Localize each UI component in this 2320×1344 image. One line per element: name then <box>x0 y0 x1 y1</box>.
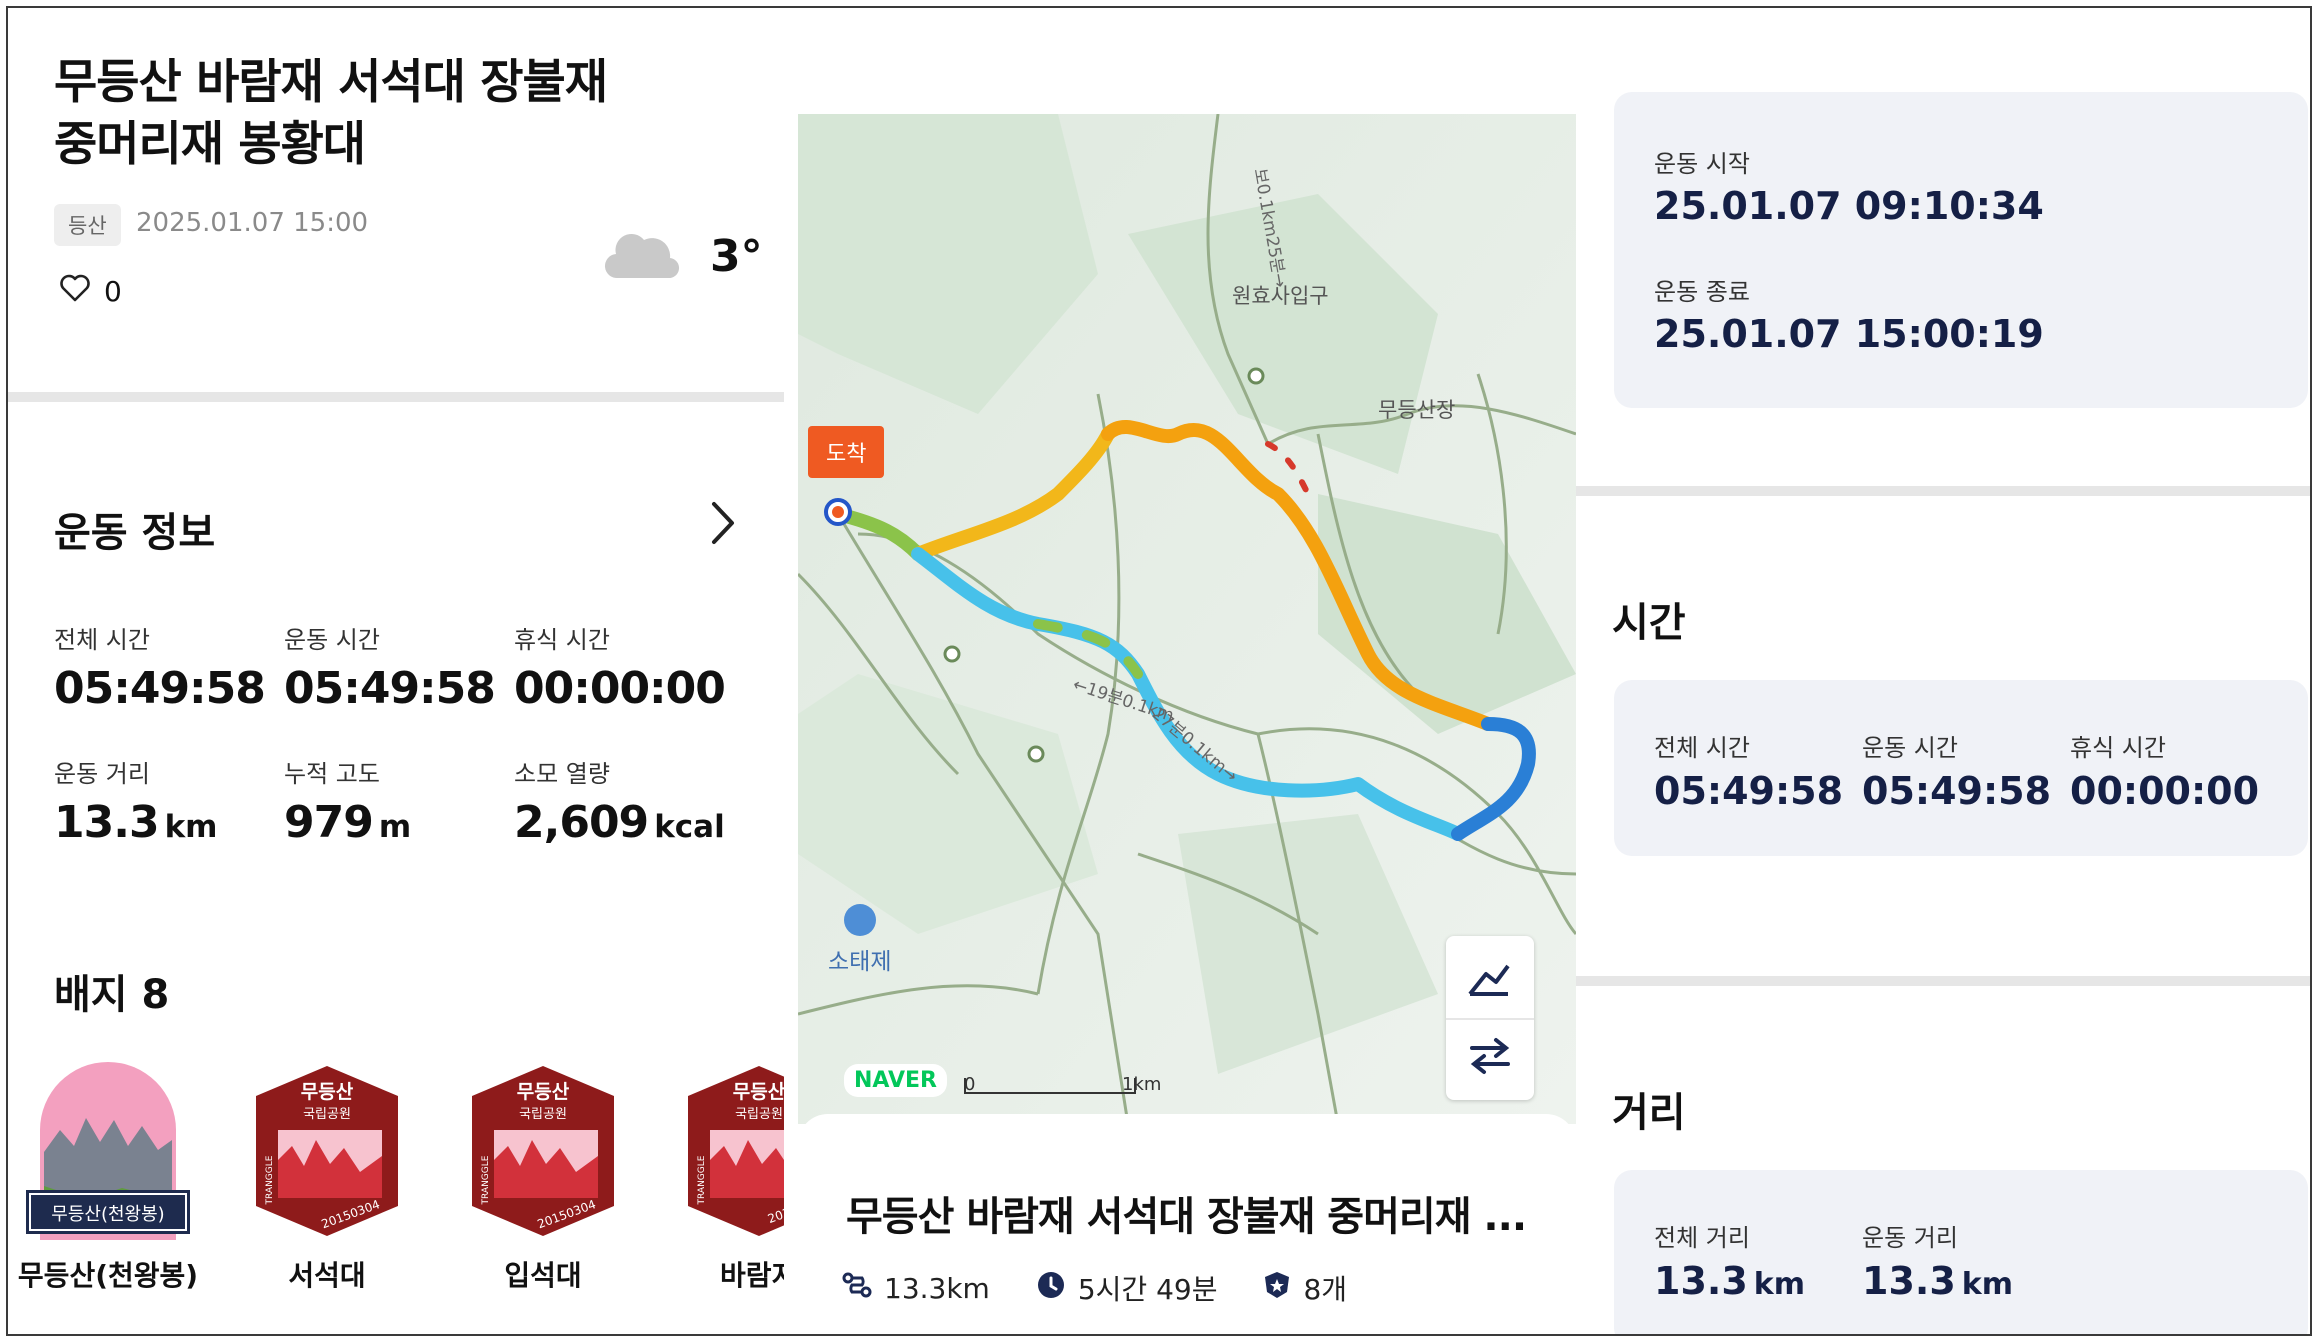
workout-end-label: 운동 종료 <box>1654 278 1750 306</box>
like-count: 0 <box>104 275 122 308</box>
badges-title: 배지 8 <box>54 972 170 1018</box>
screen-frame: 무등산 바람재 서석대 장불재 중머리재 봉황대 등산 2025.01.07 1… <box>6 6 2312 1336</box>
workout-end-value: 25.01.07 15:00:19 <box>1654 312 2044 356</box>
route-duration-value: 5시간 49분 <box>1077 1273 1218 1306</box>
route-summary-title[interactable]: 무등산 바람재 서석대 장불재 중머리재 ... <box>846 1184 1527 1242</box>
badge-cheonwangbong[interactable]: 무등산(천왕봉) 무등산(천왕봉) <box>18 1060 208 1294</box>
svg-text:무등산: 무등산 <box>301 1081 354 1103</box>
exercise-info-title: 운동 정보 <box>54 510 216 556</box>
badge-label: 무등산(천왕봉) <box>17 1259 199 1292</box>
heart-icon <box>60 274 90 309</box>
elevation-toggle-icon[interactable] <box>1466 958 1512 1002</box>
map-controls <box>1446 936 1534 1100</box>
section-divider <box>1576 486 2310 496</box>
map-scale-bar <box>964 1078 1136 1094</box>
svg-text:국립공원: 국립공원 <box>735 1107 783 1122</box>
weather-info: 3° <box>604 228 763 284</box>
exercise-info-chevron-icon[interactable] <box>708 498 738 552</box>
badge-baramjae[interactable]: 무등산 국립공원 TRANGGLE 2015 바람지 <box>684 1060 784 1294</box>
arrival-marker-label: 도착 <box>808 426 885 478</box>
distance-exercise: 운동 거리 13.3 km <box>1862 1224 2013 1303</box>
activity-type-tag: 등산 <box>54 204 121 246</box>
time-rest: 휴식 시간 00:00:00 <box>2070 734 2260 813</box>
distance-section-title: 거리 <box>1612 1090 1686 1136</box>
svg-text:TRANGGLE: TRANGGLE <box>697 1155 707 1205</box>
activity-datetime: 2025.01.07 15:00 <box>136 208 369 238</box>
section-divider <box>8 392 784 402</box>
svg-text:국립공원: 국립공원 <box>303 1107 351 1122</box>
svg-text:TRANGGLE: TRANGGLE <box>265 1155 275 1205</box>
stat-total-time: 전체 시간 05:49:58 <box>54 626 266 714</box>
naver-logo: NAVER <box>844 1064 947 1097</box>
badge-seoseokdae[interactable]: 무등산 국립공원 TRANGGLE 20150304 서석대 <box>252 1060 427 1294</box>
badge-label: 바람지 <box>720 1259 784 1292</box>
activity-title: 무등산 바람재 서석대 장불재 중머리재 봉황대 <box>54 55 608 172</box>
map-scale-end: 1km <box>1122 1074 1162 1095</box>
reservoir-icon <box>843 904 876 936</box>
map-scale-start: 0 <box>964 1074 976 1095</box>
stat-exercise-time: 운동 시간 05:49:58 <box>284 626 496 714</box>
route-distance: 13.3km <box>842 1271 990 1306</box>
map-label-sotae: 소태제 <box>828 904 891 976</box>
distance-card: 전체 거리 13.3 km 운동 거리 13.3 km <box>1614 1170 2308 1334</box>
svg-text:TRANGGLE: TRANGGLE <box>481 1155 491 1205</box>
time-section-title: 시간 <box>1612 600 1686 646</box>
time-card: 전체 시간 05:49:58 운동 시간 05:49:58 휴식 시간 00:0… <box>1614 680 2308 856</box>
route-duration: 5시간 49분 <box>1036 1268 1218 1308</box>
stat-elevation: 누적 고도 979 m <box>284 760 412 848</box>
route-badges: 8개 <box>1263 1268 1347 1308</box>
stat-calories: 소모 열량 2,609 kcal <box>514 760 725 848</box>
badge-label: 입석대 <box>504 1259 582 1292</box>
section-divider <box>1576 976 2310 986</box>
time-total: 전체 시간 05:49:58 <box>1654 734 1844 813</box>
route-icon <box>842 1271 872 1306</box>
clock-icon <box>1036 1270 1066 1307</box>
svg-text:무등산: 무등산 <box>733 1081 784 1103</box>
temperature: 3° <box>710 230 763 282</box>
controls-divider <box>1446 1018 1534 1020</box>
route-map[interactable]: 도착 원효사입구 무등산장 소태제 보0.1km25분→ ←19분0.1km 2… <box>798 114 1576 1124</box>
workout-start-value: 25.01.07 09:10:34 <box>1654 184 2044 228</box>
badge-shield-icon <box>1263 1270 1291 1307</box>
cloud-icon <box>604 228 680 284</box>
workout-time-card: 운동 시작 25.01.07 09:10:34 운동 종료 25.01.07 1… <box>1614 92 2308 408</box>
map-label-mudeungsanjang: 무등산장 <box>1378 398 1456 422</box>
svg-text:국립공원: 국립공원 <box>519 1107 567 1122</box>
route-distance-value: 13.3km <box>884 1271 990 1305</box>
time-exercise: 운동 시간 05:49:58 <box>1862 734 2052 813</box>
badge-ipseokdae[interactable]: 무등산 국립공원 TRANGGLE 20150304 입석대 <box>468 1060 643 1294</box>
route-badges-value: 8개 <box>1303 1273 1348 1306</box>
like-button[interactable]: 0 <box>60 274 122 309</box>
route-summary-stats: 13.3km 5시간 49분 8개 <box>842 1268 1347 1308</box>
swap-direction-icon[interactable] <box>1468 1036 1512 1080</box>
stat-rest-time: 휴식 시간 00:00:00 <box>514 626 726 714</box>
badge-label: 서석대 <box>288 1259 366 1292</box>
distance-total: 전체 거리 13.3 km <box>1654 1224 1805 1303</box>
badge-cheonwangbong-text: 무등산(천왕봉) <box>51 1204 164 1225</box>
svg-text:무등산: 무등산 <box>517 1081 570 1103</box>
workout-start-label: 운동 시작 <box>1654 150 1750 178</box>
stat-distance: 운동 거리 13.3 km <box>54 760 218 848</box>
